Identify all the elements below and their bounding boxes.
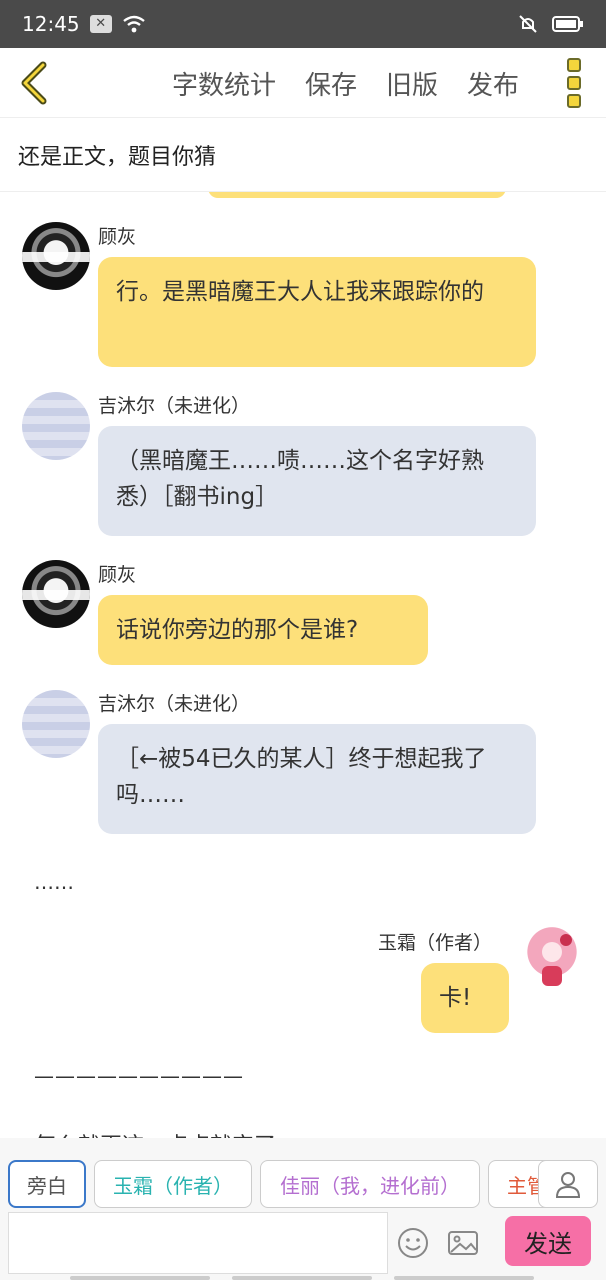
role-tab-author[interactable]: 玉霜（作者）	[94, 1160, 252, 1208]
word-count-button[interactable]: 字数统计	[172, 65, 276, 102]
role-selector: 旁白 玉霜（作者） 佳丽（我，进化前） 主管	[0, 1160, 606, 1208]
scroll-indicator	[394, 1276, 534, 1280]
wifi-icon	[122, 15, 145, 33]
send-button[interactable]: 发送	[505, 1216, 591, 1266]
sender-name: 吉沐尔（未进化）	[98, 693, 251, 715]
insert-image-button[interactable]	[446, 1226, 480, 1260]
role-tab-jiali[interactable]: 佳丽（我，进化前）	[260, 1160, 480, 1208]
more-icon-dot	[567, 58, 581, 72]
narration-text[interactable]: ——————————	[34, 1064, 244, 1088]
chapter-title-text: 还是正文，题目你猜	[18, 144, 217, 170]
role-tab-narrator[interactable]: 旁白	[8, 1160, 86, 1208]
chevron-left-icon	[21, 61, 47, 105]
publish-button[interactable]: 发布	[467, 65, 519, 102]
role-label: 佳丽（我，进化前）	[280, 1173, 460, 1198]
role-label: 玉霜（作者）	[113, 1173, 233, 1198]
smiley-icon	[398, 1228, 428, 1258]
message-input[interactable]	[8, 1212, 388, 1274]
manage-characters-button[interactable]	[538, 1160, 598, 1208]
sender-name: 玉霜（作者）	[378, 932, 493, 954]
sender-name: 吉沐尔（未进化）	[98, 395, 251, 417]
message-bubble[interactable]: ［←被54已久的某人］终于想起我了吗……	[98, 724, 536, 834]
more-menu-button[interactable]	[562, 58, 586, 108]
avatar[interactable]	[22, 690, 90, 758]
person-icon	[555, 1172, 581, 1198]
anime-character-icon	[537, 934, 572, 986]
avatar[interactable]	[22, 392, 90, 460]
input-panel: 旁白 玉霜（作者） 佳丽（我，进化前） 主管 发送	[0, 1138, 606, 1280]
scroll-indicator	[70, 1276, 210, 1280]
emoji-button[interactable]	[396, 1226, 430, 1260]
more-icon-dot	[567, 94, 581, 108]
more-icon-dot	[567, 76, 581, 90]
sender-name: 顾灰	[98, 226, 137, 248]
avatar[interactable]	[22, 560, 90, 628]
image-icon	[448, 1231, 478, 1255]
top-toolbar: 字数统计 保存 旧版 发布	[0, 48, 606, 118]
narration-text[interactable]: 怎么就再这一点点就完了	[34, 1128, 276, 1138]
send-label: 发送	[524, 1229, 572, 1258]
message-bubble[interactable]: 卡!	[421, 963, 509, 1033]
message-bubble[interactable]: （黑暗魔王……啧……这个名字好熟悉）［翻书ing］	[98, 426, 536, 536]
sender-name: 顾灰	[98, 564, 137, 586]
avatar[interactable]	[22, 222, 90, 290]
notification-icon: ✕	[89, 15, 112, 33]
back-button[interactable]	[14, 60, 54, 106]
status-time: 12:45	[22, 12, 80, 36]
mute-icon	[519, 15, 537, 33]
avatar[interactable]	[518, 926, 586, 994]
chapter-title[interactable]: 还是正文，题目你猜	[0, 118, 606, 192]
old-version-button[interactable]: 旧版	[386, 65, 438, 102]
narration-text[interactable]: ……	[34, 870, 74, 894]
scroll-indicator	[232, 1276, 372, 1280]
status-bar: 12:45 ✕	[0, 0, 606, 48]
message-bubble[interactable]: 行。是黑暗魔王大人让我来跟踪你的	[98, 257, 536, 367]
chat-area[interactable]: 顾灰 行。是黑暗魔王大人让我来跟踪你的 吉沐尔（未进化） （黑暗魔王……啧……这…	[0, 192, 606, 1138]
previous-bubble	[208, 192, 506, 198]
save-button[interactable]: 保存	[305, 65, 357, 102]
role-label: 旁白	[27, 1173, 67, 1198]
battery-icon	[552, 16, 583, 32]
message-bubble[interactable]: 话说你旁边的那个是谁?	[98, 595, 428, 665]
